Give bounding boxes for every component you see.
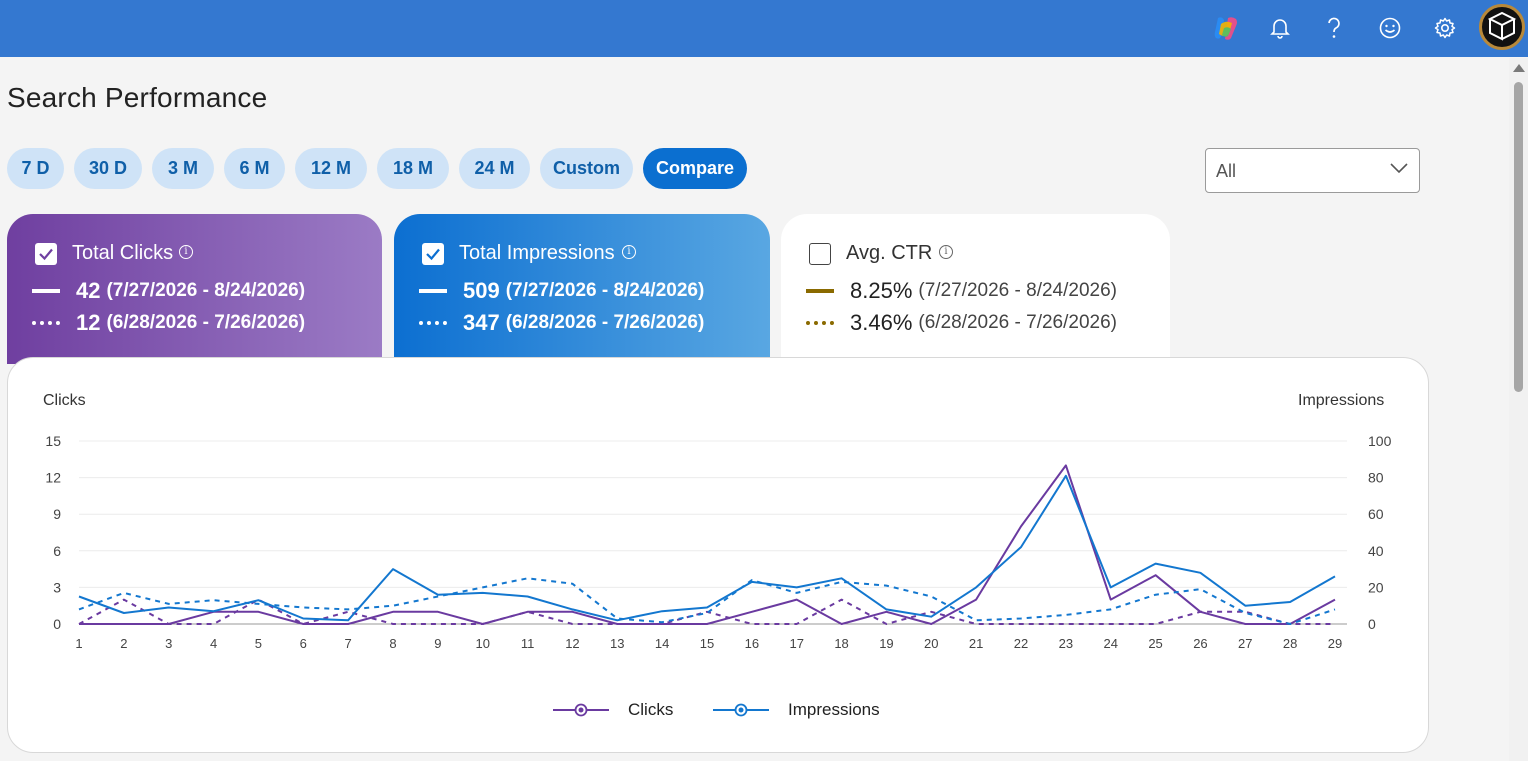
legend-impressions[interactable]: Impressions [713, 700, 880, 720]
right-tick-label: 40 [1368, 543, 1384, 559]
x-tick-label: 8 [389, 636, 396, 651]
right-tick-label: 20 [1368, 579, 1384, 595]
x-tick-label: 3 [165, 636, 172, 651]
left-tick-label: 0 [53, 616, 61, 632]
x-tick-label: 6 [300, 636, 307, 651]
x-tick-label: 18 [834, 636, 848, 651]
left-tick-label: 12 [45, 470, 61, 486]
x-tick-label: 10 [475, 636, 489, 651]
right-tick-label: 80 [1368, 470, 1384, 486]
right-tick-label: 100 [1368, 433, 1392, 449]
x-tick-label: 11 [521, 636, 535, 651]
x-tick-label: 28 [1283, 636, 1297, 651]
x-tick-label: 24 [1103, 636, 1117, 651]
x-tick-label: 25 [1148, 636, 1162, 651]
clicks-solid-series-line [79, 464, 1336, 625]
x-tick-label: 29 [1328, 636, 1342, 651]
right-tick-label: 0 [1368, 616, 1376, 632]
x-tick-label: 17 [789, 636, 803, 651]
performance-line-chart: 036912150204060801001 2 3 4 5 6 7 8 9 10 11 12 13 14 1… [45, 433, 1392, 651]
left-tick-label: 3 [53, 579, 61, 595]
legend-clicks-label: Clicks [628, 700, 674, 719]
x-tick-label: 20 [924, 636, 938, 651]
x-tick-label: 27 [1238, 636, 1252, 651]
x-tick-label: 7 [345, 636, 352, 651]
x-tick-label: 26 [1193, 636, 1207, 651]
x-tick-label: 12 [565, 636, 579, 651]
x-tick-label: 4 [210, 636, 217, 651]
right-tick-label: 60 [1368, 506, 1384, 522]
left-tick-label: 9 [53, 506, 61, 522]
x-tick-label: 16 [745, 636, 759, 651]
x-tick-label: 23 [1059, 636, 1073, 651]
impressions-dashed-series-line [78, 577, 1336, 625]
x-tick-label: 13 [610, 636, 624, 651]
left-tick-label: 15 [45, 433, 61, 449]
x-tick-label: 21 [969, 636, 983, 651]
legend-clicks[interactable]: Clicks [553, 700, 673, 720]
x-tick-label: 14 [655, 636, 669, 651]
left-tick-label: 6 [53, 543, 61, 559]
x-tick-label: 15 [700, 636, 714, 651]
x-tick-label: 2 [120, 636, 127, 651]
legend-impressions-label: Impressions [788, 700, 880, 719]
legend-impressions-marker [713, 703, 769, 717]
x-tick-label: 19 [879, 636, 893, 651]
x-tick-label: 1 [75, 636, 82, 651]
x-tick-label: 22 [1014, 636, 1028, 651]
legend-clicks-marker [553, 703, 609, 717]
x-tick-label: 5 [255, 636, 262, 651]
x-tick-label: 9 [434, 636, 441, 651]
